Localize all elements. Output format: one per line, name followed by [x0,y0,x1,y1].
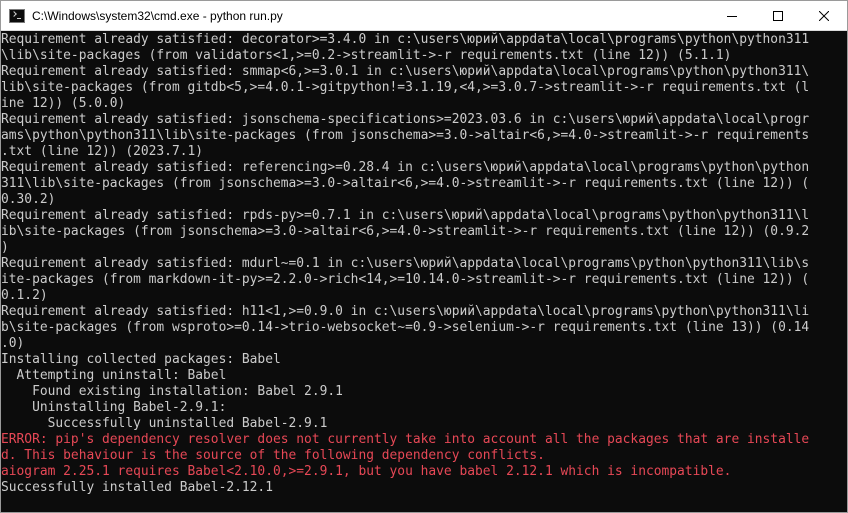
console-line: b\site-packages (from wsproto>=0.14->tri… [1,320,810,335]
console-line: Requirement already satisfied: mdurl~=0.… [1,256,810,271]
console-line: ams\python\python311\lib\site-packages (… [1,128,810,143]
console-line: ite-packages (from markdown-it-py>=2.2.0… [1,272,810,287]
console-line: .0) [1,336,25,351]
console-line: Found existing installation: Babel 2.9.1 [1,384,343,399]
console-line: ine 12)) (5.0.0) [1,96,126,111]
console-line: ib\site-packages (from jsonschema>=3.0->… [1,224,810,239]
window-controls [709,1,847,30]
window-title: C:\Windows\system32\cmd.exe - python run… [32,8,283,23]
console-line: Requirement already satisfied: h11<1,>=0… [1,304,810,319]
console-line: Successfully uninstalled Babel-2.9.1 [1,416,328,431]
console-line: .txt (line 12)) (2023.7.1) [1,144,204,159]
console-line: Requirement already satisfied: rpds-py>=… [1,208,810,223]
console-line: 311\lib\site-packages (from jsonschema>=… [1,176,810,191]
console-error-line: aiogram 2.25.1 requires Babel<2.10.0,>=2… [1,464,732,479]
cmd-window: C:\Windows\system32\cmd.exe - python run… [0,0,848,513]
console-error-line: d. This behaviour is the source of the f… [1,448,545,463]
console-output[interactable]: Requirement already satisfied: decorator… [1,30,847,512]
console-line: Uninstalling Babel-2.9.1: [1,400,227,415]
console-line: Successfully installed Babel-2.12.1 [1,480,273,495]
console-line: Requirement already satisfied: decorator… [1,32,810,47]
title-bar[interactable]: C:\Windows\system32\cmd.exe - python run… [1,1,847,31]
maximize-icon [773,10,783,21]
minimize-icon [727,15,737,17]
cmd-icon [9,8,25,23]
console-line: \lib\site-packages (from validators<1,>=… [1,48,732,63]
console-line: ) [1,240,9,255]
minimize-button[interactable] [709,1,755,30]
close-button[interactable] [801,1,847,30]
console-line: 0.1.2) [1,288,48,303]
console-line: lib\site-packages (from gitdb<5,>=4.0.1-… [1,80,810,95]
close-icon [819,10,829,21]
console-line: Requirement already satisfied: smmap<6,>… [1,64,810,79]
console-line: Installing collected packages: Babel [1,352,281,367]
console-line: 0.30.2) [1,192,56,207]
console-line: Attempting uninstall: Babel [1,368,227,383]
console-line: Requirement already satisfied: jsonschem… [1,112,810,127]
console-line: Requirement already satisfied: referenci… [1,160,810,175]
maximize-button[interactable] [755,1,801,30]
console-error-line: ERROR: pip's dependency resolver does no… [1,432,810,447]
